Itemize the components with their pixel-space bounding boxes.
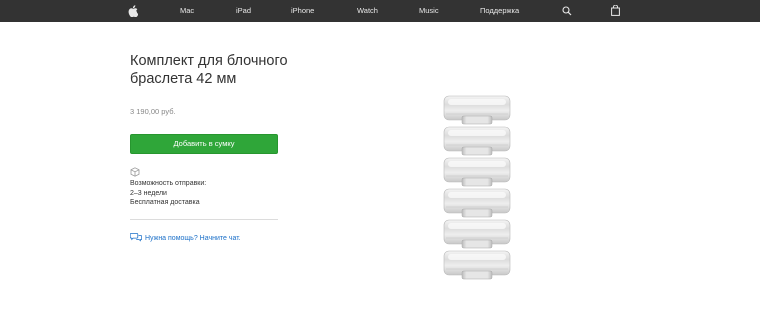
bracelet-link — [443, 95, 511, 125]
free-delivery-text: Бесплатная доставка — [130, 199, 200, 206]
nav-item-iphone[interactable]: iPhone — [291, 0, 314, 22]
search-icon[interactable] — [562, 6, 572, 16]
nav-item-ipad[interactable]: iPad — [236, 0, 251, 22]
global-nav: Mac iPad iPhone Watch Music Поддержка — [0, 0, 760, 22]
add-to-bag-button[interactable]: Добавить в сумку — [130, 134, 278, 154]
nav-item-watch[interactable]: Watch — [357, 0, 378, 22]
shipping-time: 2–3 недели — [130, 190, 167, 197]
chat-help-link[interactable]: Нужна помощь? Начните чат. — [129, 229, 241, 247]
nav-item-music[interactable]: Music — [419, 0, 439, 22]
bracelet-link — [443, 157, 511, 187]
divider — [130, 219, 278, 220]
bracelet-link — [443, 250, 511, 280]
product-image — [440, 94, 514, 284]
shopping-bag-icon[interactable] — [611, 5, 620, 17]
product-price: 3 190,00 руб. — [130, 107, 176, 116]
chat-bubbles-icon — [129, 229, 143, 247]
bracelet-link — [443, 219, 511, 249]
shipping-availability-label: Возможность отправки: — [130, 180, 207, 187]
bracelet-link — [443, 188, 511, 218]
apple-logo-icon[interactable] — [128, 5, 138, 17]
product-title: Комплект для блочного браслета 42 мм — [130, 53, 288, 87]
nav-item-support[interactable]: Поддержка — [480, 0, 519, 22]
bracelet-link — [443, 126, 511, 156]
nav-item-mac[interactable]: Mac — [180, 0, 194, 22]
chat-link-text[interactable]: Нужна помощь? Начните чат. — [145, 235, 241, 242]
